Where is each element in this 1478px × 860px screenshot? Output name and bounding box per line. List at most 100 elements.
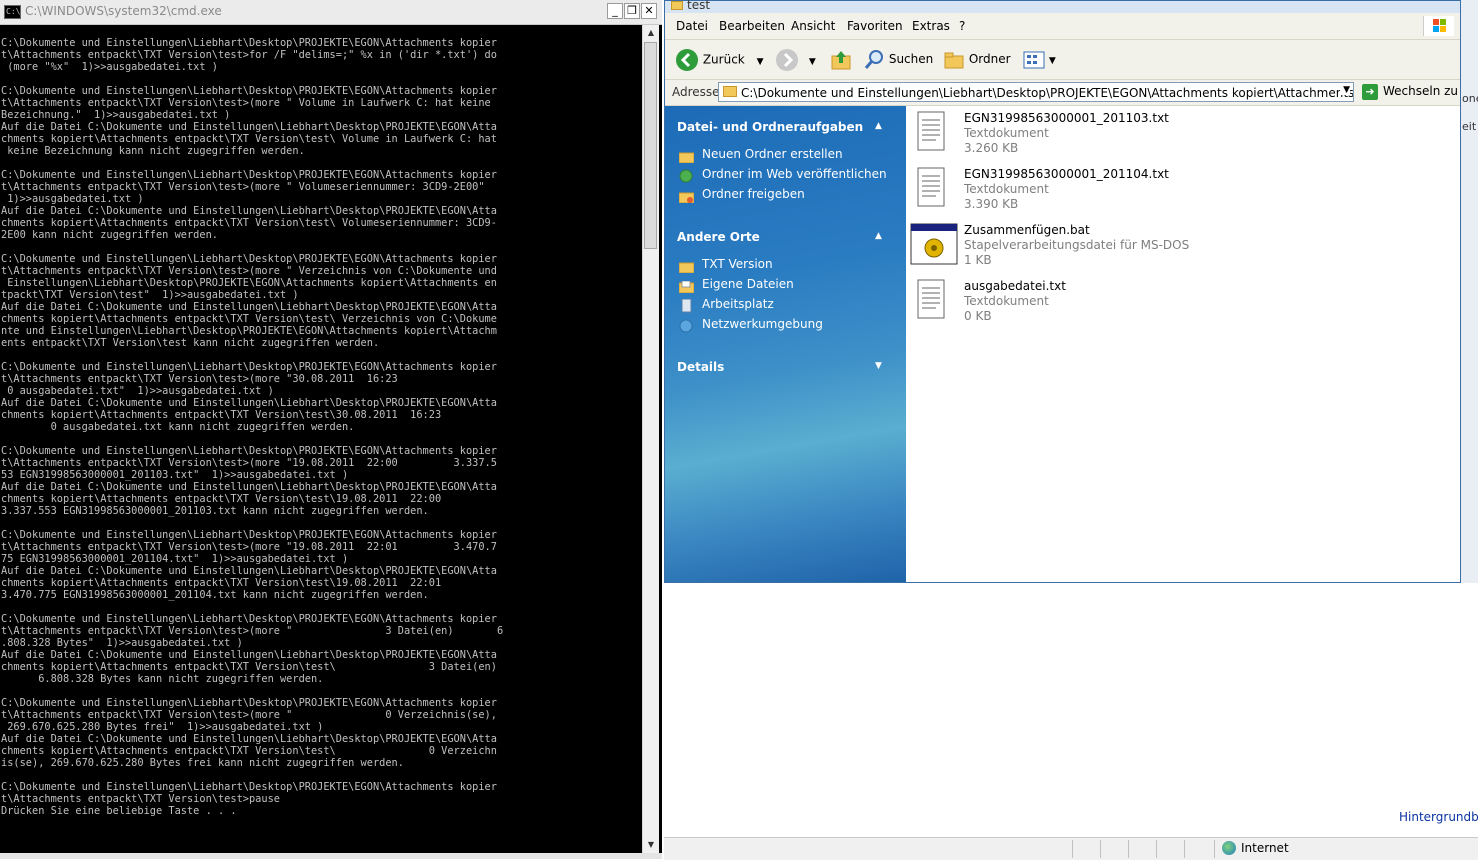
menu-datei[interactable]: Datei — [676, 19, 708, 33]
place-my-computer[interactable]: Arbeitsplatz — [702, 297, 774, 311]
views-icon — [1023, 51, 1045, 68]
file-size: 0 KB — [964, 309, 992, 323]
task-publish-folder[interactable]: Ordner im Web veröffentlichen — [702, 167, 887, 181]
address-folder-icon — [723, 86, 737, 97]
folder-icon — [678, 258, 695, 274]
internet-zone-icon — [1222, 841, 1236, 855]
menu-help[interactable]: ? — [959, 19, 965, 33]
go-arrow-icon: ➜ — [1362, 84, 1378, 100]
forward-arrow-icon — [776, 49, 798, 71]
background-window-edge: one eit ▾ — [1461, 0, 1478, 583]
address-label: Adresse — [672, 85, 720, 99]
up-folder-icon — [831, 51, 851, 70]
file-list: EGN31998563000001_201103.txt Textdokumen… — [906, 106, 1460, 582]
browser-status-bar: Internet — [664, 837, 1478, 860]
collapse-chevron-icon[interactable]: ▲ — [875, 231, 882, 241]
back-dropdown-icon[interactable]: ▼ — [757, 57, 764, 67]
toolbar: Zurück ▼ ▼ Suchen Ordner ▼ — [665, 40, 1460, 80]
search-label: Suchen — [888, 52, 934, 66]
console-scrollbar[interactable]: ▲ ▼ — [642, 25, 659, 853]
explorer-titlebar[interactable]: test — [665, 0, 1460, 13]
back-label: Zurück — [702, 52, 745, 67]
other-places-header[interactable]: Andere Orte — [677, 230, 760, 244]
status-divider — [1156, 840, 1157, 858]
file-size: 1 KB — [964, 253, 992, 267]
scrollbar-thumb[interactable] — [644, 42, 657, 249]
text-file-icon — [912, 166, 950, 210]
background-fragment: eit ▾ — [1462, 120, 1478, 133]
task-pane: Datei- und Ordneraufgaben ▲ Neuen Ordner… — [665, 106, 906, 582]
status-divider — [1100, 840, 1101, 858]
address-input[interactable]: C:\Dokumente und Einstellungen\Liebhart\… — [718, 82, 1354, 102]
address-dropdown-icon[interactable]: ▼ — [1340, 85, 1350, 95]
network-icon — [679, 318, 694, 333]
folders-label: Ordner — [968, 52, 1011, 66]
my-documents-icon — [678, 278, 695, 294]
explorer-window[interactable]: test Datei Bearbeiten Ansicht Favoriten … — [664, 0, 1461, 583]
status-divider — [1072, 840, 1073, 858]
collapse-chevron-icon[interactable]: ▲ — [875, 121, 882, 131]
file-name: Zusammenfügen.bat — [964, 223, 1090, 237]
file-name: EGN31998563000001_201103.txt — [964, 111, 1169, 125]
place-network[interactable]: Netzwerkumgebung — [702, 317, 823, 331]
my-computer-icon — [679, 298, 694, 313]
menu-favoriten[interactable]: Favoriten — [847, 19, 903, 33]
place-txt-version[interactable]: TXT Version — [702, 257, 773, 271]
up-folder-button[interactable] — [829, 48, 853, 72]
cmd-window[interactable]: C:\ C:\WINDOWS\system32\cmd.exe _ ❐ ✕ C:… — [0, 0, 662, 859]
address-bar: Adresse C:\Dokumente und Einstellungen\L… — [665, 80, 1460, 106]
file-type: Stapelverarbeitungsdatei für MS-DOS — [964, 238, 1190, 252]
folders-icon — [944, 52, 964, 68]
new-folder-icon — [678, 148, 695, 164]
text-file-icon — [912, 278, 950, 322]
details-header[interactable]: Details — [677, 360, 724, 374]
file-type: Textdokument — [964, 182, 1049, 196]
file-type: Textdokument — [964, 126, 1049, 140]
address-value: C:\Dokumente und Einstellungen\Liebhart\… — [741, 86, 1354, 100]
security-zone-label: Internet — [1241, 841, 1289, 855]
console-output[interactable]: C:\Dokumente und Einstellungen\Liebhart\… — [1, 37, 641, 821]
place-my-documents[interactable]: Eigene Dateien — [702, 277, 794, 291]
cmd-window-title: C:\WINDOWS\system32\cmd.exe — [25, 4, 222, 18]
minimize-button[interactable]: _ — [607, 3, 623, 19]
task-share-folder[interactable]: Ordner freigeben — [702, 187, 805, 201]
file-size: 3.390 KB — [964, 197, 1019, 211]
scroll-down-arrow-icon[interactable]: ▼ — [643, 837, 659, 853]
search-button[interactable]: Suchen — [863, 48, 933, 72]
expand-chevron-icon[interactable]: ▼ — [875, 361, 882, 371]
share-folder-icon — [678, 188, 695, 204]
views-dropdown-icon[interactable]: ▼ — [1049, 56, 1056, 66]
forward-dropdown-icon[interactable]: ▼ — [809, 57, 816, 67]
status-divider — [1184, 840, 1185, 858]
windows-logo-icon — [1423, 16, 1454, 36]
back-button[interactable]: Zurück ▼ — [675, 48, 764, 72]
status-divider — [1214, 840, 1215, 858]
background-fragment: one — [1462, 92, 1478, 105]
console-icon: C:\ — [4, 5, 21, 19]
explorer-title: test — [687, 0, 711, 12]
batch-file-icon — [910, 222, 958, 266]
task-new-folder[interactable]: Neuen Ordner erstellen — [702, 147, 843, 161]
restore-button[interactable]: ❐ — [624, 3, 640, 19]
menu-bearbeiten[interactable]: Bearbeiten — [719, 19, 785, 33]
background-link[interactable]: Hintergrundbil — [1399, 810, 1478, 824]
scroll-up-arrow-icon[interactable]: ▲ — [643, 25, 659, 41]
folder-icon — [671, 1, 683, 10]
views-button[interactable]: ▼ — [1023, 48, 1056, 72]
close-button[interactable]: ✕ — [641, 3, 657, 19]
file-size: 3.260 KB — [964, 141, 1019, 155]
back-arrow-icon — [676, 49, 698, 71]
file-name: EGN31998563000001_201104.txt — [964, 167, 1169, 181]
menu-extras[interactable]: Extras — [912, 19, 950, 33]
forward-button[interactable]: ▼ — [775, 48, 816, 72]
search-icon — [864, 49, 883, 69]
publish-web-icon — [679, 168, 694, 183]
status-divider — [1128, 840, 1129, 858]
go-button[interactable]: ➜ Wechseln zu — [1360, 82, 1459, 102]
cmd-titlebar[interactable]: C:\ C:\WINDOWS\system32\cmd.exe _ ❐ ✕ — [0, 0, 662, 25]
go-label: Wechseln zu — [1383, 84, 1459, 98]
text-file-icon — [912, 110, 950, 154]
folders-button[interactable]: Ordner — [943, 48, 1011, 72]
menu-ansicht[interactable]: Ansicht — [791, 19, 835, 33]
file-folder-tasks-header[interactable]: Datei- und Ordneraufgaben — [677, 120, 863, 134]
